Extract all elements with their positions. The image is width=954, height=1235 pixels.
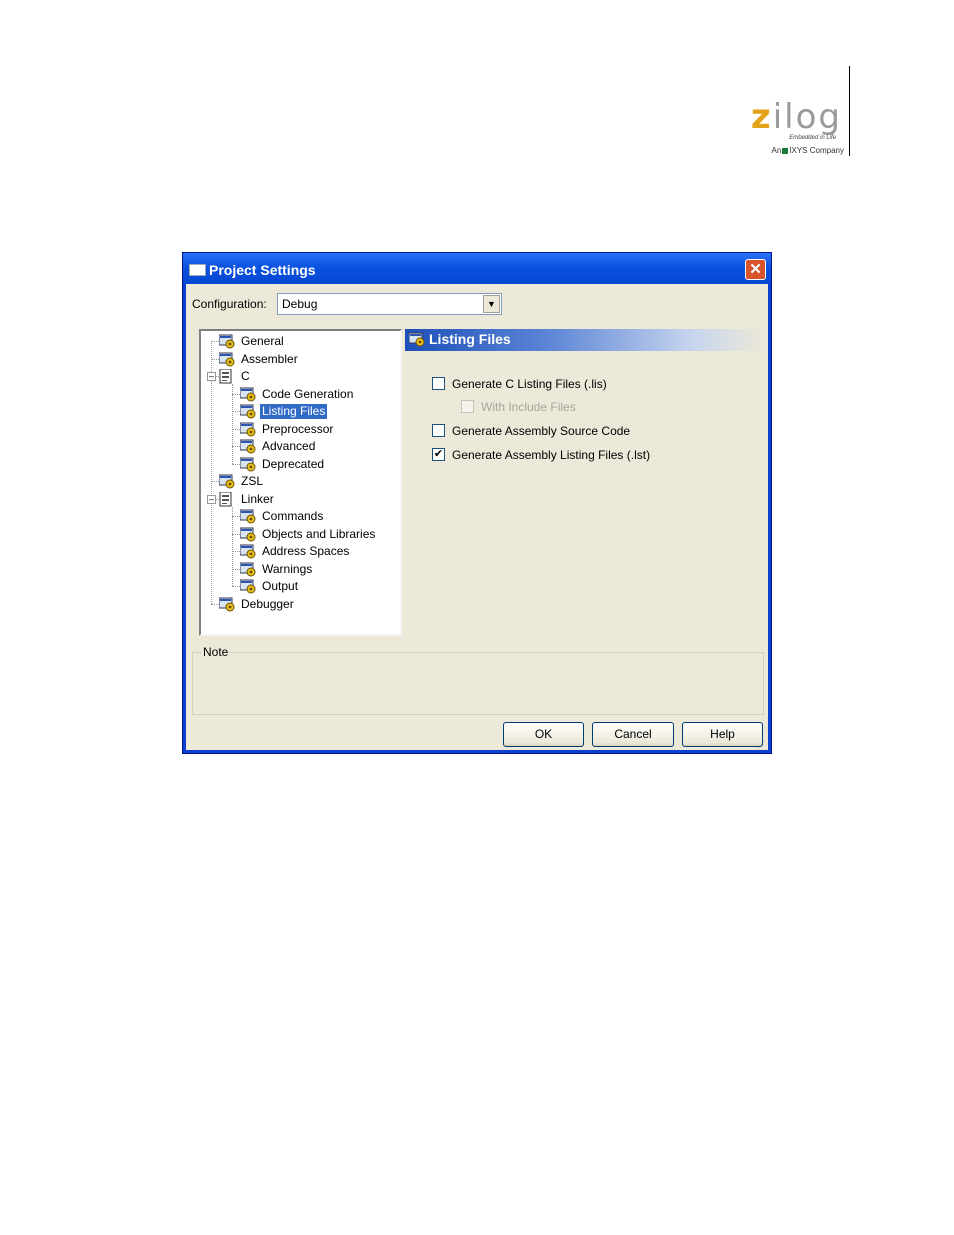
note-label: Note [201,645,231,659]
header-divider [849,66,850,156]
tree-connector [232,506,233,586]
tree-item-label: Deprecated [262,456,325,471]
settings-page-icon [239,562,256,577]
tree-connector [232,516,240,517]
logo-tagline: Embedded in Life [789,135,836,141]
settings-tree[interactable]: General Assembler C – Code Generation Listing… [199,329,402,636]
dropdown-arrow-icon[interactable]: ▼ [483,295,500,313]
settings-page-icon [218,597,235,612]
tree-item-label: Assembler [241,351,298,366]
settings-page-icon [218,334,235,349]
tree-connector [211,358,219,360]
tree-item-label: General [241,334,284,348]
project-settings-dialog: Project Settings ✕ Configuration: Debug … [182,252,772,754]
tree-connector [211,603,219,605]
settings-page-icon [218,352,235,367]
settings-page-icon [239,579,256,594]
collapse-icon[interactable]: – [207,494,216,504]
folder-page-icon [219,368,235,384]
configuration-value: Debug [282,297,318,311]
tree-connector [232,568,240,570]
zilog-logo: zilog Embedded in Life An IXYS Company [751,100,848,160]
tree-item-label: Listing Files [260,404,328,419]
settings-page-icon [239,527,256,542]
tree-item-label: ZSL [241,474,264,488]
tree-item-label: Address Spaces [262,544,350,558]
tree-connector [232,411,240,412]
configuration-label: Configuration: [192,297,267,311]
checkbox-checked[interactable]: ✔ [432,448,445,461]
checkbox[interactable] [432,377,445,390]
settings-page-icon [239,422,256,437]
tree-item-label: Code Generation [262,386,354,401]
dialog-body: Configuration: Debug ▼ General Assembler C… [186,284,768,750]
tree-item-label: C [241,369,250,383]
help-button[interactable]: Help [682,722,763,747]
tree-item-label: Linker [241,491,274,506]
ok-button[interactable]: OK [503,722,584,747]
tree-connector [232,586,240,587]
logo-company-line: An IXYS Company [771,146,844,155]
tree-connector [232,446,240,447]
checkbox[interactable] [461,400,474,413]
tree-connector [232,463,240,465]
settings-page-icon [239,457,256,472]
tree-connector [211,341,219,342]
close-button[interactable]: ✕ [745,259,766,280]
tree-item-label: Advanced [262,439,316,453]
title-bar[interactable]: Project Settings ✕ [183,253,771,284]
settings-page-icon [239,439,256,454]
tree-connector [232,393,240,395]
tree-item-label: Objects and Libraries [262,526,376,541]
tree-item-label: Warnings [262,561,313,576]
settings-page-icon [218,474,235,489]
panel-title: Listing Files [429,331,511,347]
cancel-button[interactable]: Cancel [592,722,674,747]
settings-page-icon [239,544,256,559]
tree-item-label: Output [262,579,299,593]
settings-page-icon [239,509,256,524]
tree-item-label: Preprocessor [262,421,334,436]
tree-item-label: Debugger [241,596,294,611]
panel-header: Listing Files [405,329,767,351]
tree-connector [232,533,240,535]
tree-connector [211,481,219,482]
tree-connector [232,551,240,552]
window-icon [189,264,206,276]
tree-item-label: Commands [262,509,324,523]
settings-page-icon [409,332,425,347]
checkbox[interactable] [432,424,445,437]
settings-page-icon [239,404,256,419]
settings-page-icon [239,387,256,402]
folder-page-icon [219,491,235,507]
configuration-select[interactable]: Debug ▼ [277,293,502,315]
tree-connector [232,428,240,430]
tree-connector [232,384,233,464]
collapse-icon[interactable]: – [207,372,216,381]
resize-grip-icon[interactable]: ⋰ [757,739,767,749]
note-groupbox: Note [192,645,764,715]
dialog-title: Project Settings [209,262,316,278]
logo-wordmark: zilog [750,97,842,137]
